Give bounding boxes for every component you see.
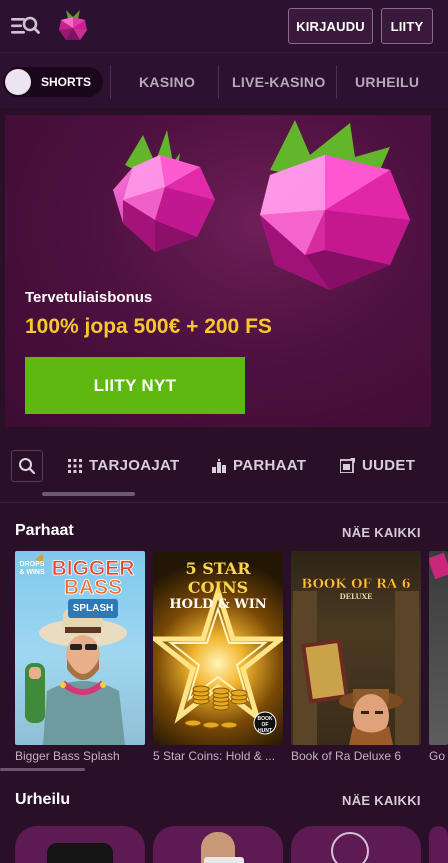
game-art-title: BOOK OF RA 6 DELUXE xyxy=(301,577,411,601)
sport-card[interactable] xyxy=(429,826,448,863)
nav-item-live-kasino[interactable]: LIVE-KASINO xyxy=(232,74,326,90)
category-nav: SHORTS KASINO LIVE-KASINO URHEILU xyxy=(0,52,448,108)
see-all-sports-link[interactable]: NÄE KAIKKI xyxy=(342,793,421,808)
tab-label: UUDET xyxy=(362,457,416,474)
raspberry-gems-illustration xyxy=(113,120,410,290)
search-icon xyxy=(19,458,36,475)
login-button[interactable]: KIRJAUDU xyxy=(288,8,373,44)
game-tile-partial[interactable] xyxy=(429,551,448,745)
sport-card-image xyxy=(331,832,369,863)
game-tile-bigger-bass-splash[interactable]: BIGGER BASS SPLASH DROPS & WINS xyxy=(15,551,145,745)
game-name: Book of Ra Deluxe 6 xyxy=(291,749,402,763)
raspberry-logo-icon[interactable] xyxy=(56,8,90,44)
see-all-top-link[interactable]: NÄE KAIKKI xyxy=(342,525,421,540)
drops-wins-badge: DROPS & WINS xyxy=(19,561,45,576)
nav-divider xyxy=(110,65,111,99)
nav-divider xyxy=(336,65,337,99)
section-title-top: Parhaat xyxy=(15,522,74,539)
shorts-label: SHORTS xyxy=(41,75,92,89)
game-name: 5 Star Coins: Hold & ... xyxy=(153,749,276,763)
tab-new[interactable]: UUDET xyxy=(340,457,415,474)
nav-item-kasino[interactable]: KASINO xyxy=(139,74,195,90)
game-tile-5-star-coins[interactable]: 5 STAR COINS HOLD & WIN BOOK OF HUNT xyxy=(153,551,283,745)
tab-top[interactable]: PARHAAT xyxy=(212,457,306,474)
sport-card-image xyxy=(47,843,113,863)
menu-search-icon[interactable] xyxy=(10,13,40,39)
active-tab-indicator xyxy=(42,492,135,496)
game-filter-tabs: TARJOAJAT PARHAAT UUDET xyxy=(0,437,448,503)
toggle-knob xyxy=(5,69,31,95)
book-of-hunt-badge: BOOK OF HUNT xyxy=(257,716,273,734)
banner-subtitle: Tervetuliaisbonus xyxy=(25,289,153,306)
grid-icon xyxy=(68,458,82,473)
nav-divider xyxy=(218,65,219,99)
game-name: Go xyxy=(429,749,446,763)
podium-icon xyxy=(212,458,226,473)
tab-label: PARHAAT xyxy=(233,457,307,474)
game-tile-book-of-ra-deluxe-6[interactable]: BOOK OF RA 6 DELUXE xyxy=(291,551,421,745)
join-button[interactable]: LIITY xyxy=(381,8,433,44)
carousel-scroll-indicator[interactable] xyxy=(0,768,85,771)
top-header: KIRJAUDU LIITY xyxy=(0,0,448,52)
nav-item-urheilu[interactable]: URHEILU xyxy=(355,74,419,90)
game-art-title: BIGGER BASS SPLASH xyxy=(43,558,143,618)
bonus-offer: 100% jopa 500€ + 200 FS xyxy=(25,315,272,338)
sport-card[interactable] xyxy=(15,826,145,863)
new-games-icon xyxy=(340,458,355,473)
section-title-sports: Urheilu xyxy=(15,791,71,808)
shorts-toggle[interactable]: SHORTS xyxy=(3,67,103,97)
game-search-button[interactable] xyxy=(11,450,43,482)
home-indicator xyxy=(204,857,244,863)
welcome-bonus-banner[interactable]: Tervetuliaisbonus 100% jopa 500€ + 200 F… xyxy=(5,115,431,427)
game-art-title: 5 STAR COINS HOLD & WIN xyxy=(169,559,267,612)
game-badge xyxy=(429,552,448,580)
join-now-button[interactable]: LIITY NYT xyxy=(25,357,245,414)
tab-providers[interactable]: TARJOAJAT xyxy=(68,457,179,474)
sport-card[interactable] xyxy=(291,826,421,863)
game-name: Bigger Bass Splash xyxy=(15,749,120,763)
tab-label: TARJOAJAT xyxy=(89,457,180,474)
